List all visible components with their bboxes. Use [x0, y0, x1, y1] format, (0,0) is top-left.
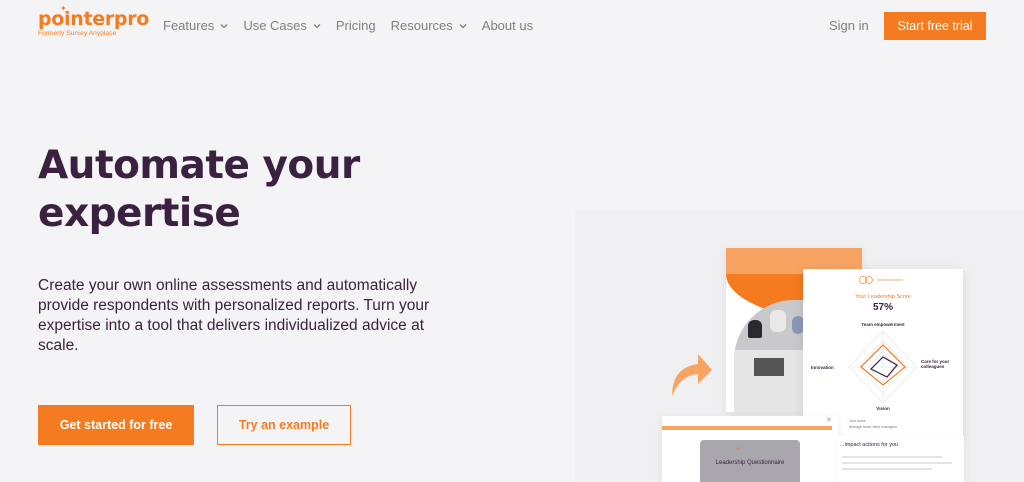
score-label: Your Leadership Score: [855, 294, 911, 300]
text-line-placeholder: [842, 456, 942, 458]
sparkle-icon: ✦: [60, 4, 67, 13]
leadership-score-card: Your Leadership Score 57% Team empowerme…: [803, 269, 963, 439]
chevron-down-icon: [313, 23, 321, 28]
close-icon[interactable]: ✕: [826, 416, 832, 424]
sign-in-link[interactable]: Sign in: [829, 18, 869, 33]
score-value: 57%: [872, 302, 893, 313]
try-example-button[interactable]: Try an example: [217, 405, 351, 445]
brand-logo[interactable]: ✦ pointerpro Formerly Survey Anyplace: [38, 4, 150, 38]
text-line-placeholder: [842, 468, 932, 470]
nav-item-label: About us: [481, 18, 534, 33]
hero-headline: Automate your expertise: [38, 143, 360, 236]
brand-tagline: Formerly Survey Anyplace: [38, 30, 117, 37]
nav-item-resources[interactable]: Resources: [391, 18, 467, 33]
main-menu: Features Use Cases Pricing Resources Abo…: [163, 18, 548, 33]
nav-item-use-cases[interactable]: Use Cases: [243, 18, 321, 33]
actions-card: ...impact actions for you: [838, 436, 964, 482]
progress-bar: [662, 426, 832, 430]
actions-card-title: ...impact actions for you: [840, 442, 899, 448]
radar-legend: Your score Average score other managers: [849, 418, 897, 430]
photo-laptop: [754, 358, 784, 376]
curved-arrow-icon: [672, 354, 712, 396]
nav-item-features[interactable]: Features: [163, 18, 228, 33]
radar-axis-label: Team empowerment: [861, 322, 905, 327]
radar-axis-label: Care for your colleagues: [921, 359, 950, 369]
report-logo-icon: [859, 276, 903, 284]
questionnaire-title: Leadership Questionnaire: [715, 460, 785, 466]
sparkle-icon: ✦: [736, 446, 741, 452]
photo-person: [770, 310, 786, 332]
photo-person: [748, 320, 762, 338]
nav-item-label: Resources: [390, 18, 453, 33]
nav-item-label: Features: [163, 18, 215, 33]
radar-axis-label: Innovation: [811, 365, 834, 370]
nav-item-pricing[interactable]: Pricing: [336, 18, 376, 33]
nav-item-label: Pricing: [335, 18, 376, 33]
nav-item-about-us[interactable]: About us: [482, 18, 533, 33]
get-started-button[interactable]: Get started for free: [38, 405, 194, 445]
radar-axis-label: Vision: [876, 406, 890, 411]
start-free-trial-button[interactable]: Start free trial: [884, 12, 986, 40]
chevron-down-icon: [220, 23, 228, 28]
questionnaire-card: ✕ ✦ Leadership Questionnaire: [662, 416, 838, 482]
questionnaire-preview: ✦ Leadership Questionnaire: [700, 440, 800, 482]
brand-name: pointerpro: [38, 8, 150, 30]
radar-chart: [848, 330, 918, 404]
legend-item: Average score other managers: [849, 425, 897, 429]
text-line-placeholder: [842, 462, 952, 464]
nav-item-label: Use Cases: [243, 18, 307, 33]
chevron-down-icon: [459, 23, 467, 28]
hero-lead-text: Create your own online assessments and a…: [38, 277, 430, 354]
top-navigation: ✦ pointerpro Formerly Survey Anyplace Fe…: [0, 0, 1024, 52]
